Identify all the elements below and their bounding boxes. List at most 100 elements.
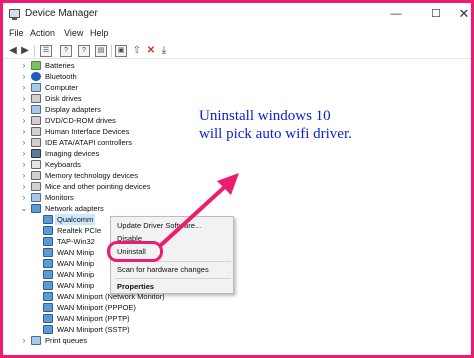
- menu-help[interactable]: Help: [90, 28, 109, 38]
- monitor-icon: [31, 193, 41, 202]
- network-child-tap[interactable]: TAP-Win32: [3, 236, 471, 247]
- tree-item-mice[interactable]: › Mice and other pointing devices: [3, 181, 471, 192]
- mouse-icon: [31, 182, 41, 191]
- network-child-wan-network-monitor[interactable]: WAN Miniport (Network Monitor): [3, 291, 471, 302]
- annotation-text: Uninstall windows 10 will pick auto wifi…: [199, 107, 399, 143]
- device-manager-app-icon: [9, 9, 20, 20]
- chevron-right-icon[interactable]: ›: [20, 137, 28, 148]
- network-child-wan[interactable]: WAN Minip: [3, 269, 471, 280]
- tree-item-label: Human Interface Devices: [45, 127, 130, 136]
- network-child-label: WAN Miniport (PPTP): [57, 314, 130, 323]
- keyboard-icon: [31, 160, 41, 169]
- properties-icon[interactable]: ☰: [40, 45, 52, 57]
- network-child-wan-sstp[interactable]: WAN Miniport (SSTP): [3, 324, 471, 335]
- printer-icon: [31, 336, 41, 345]
- chevron-right-icon[interactable]: ›: [20, 148, 28, 159]
- network-child-wan-pppoe[interactable]: WAN Miniport (PPPOE): [3, 302, 471, 313]
- network-child-realtek[interactable]: Realtek PCIe: [3, 225, 471, 236]
- network-child-label: WAN Miniport (SSTP): [57, 325, 130, 334]
- network-child-label: Qualcomm: [55, 214, 96, 225]
- battery-icon: [31, 61, 41, 70]
- network-child-label: WAN Miniport (PPPOE): [57, 303, 136, 312]
- tree-item-disk-drives[interactable]: › Disk drives: [3, 93, 471, 104]
- update-driver-menu-item[interactable]: Update Driver Software...: [117, 221, 201, 230]
- network-child-label: WAN Minip: [57, 281, 95, 290]
- forward-arrow-icon[interactable]: ▶: [19, 45, 31, 57]
- network-adapter-icon: [43, 259, 53, 268]
- network-adapter-icon: [43, 325, 53, 334]
- tree-item-memory-devices[interactable]: › Memory technology devices: [3, 170, 471, 181]
- chevron-right-icon[interactable]: ›: [20, 71, 28, 82]
- network-child-label: Realtek PCIe: [57, 226, 102, 235]
- ide-icon: [31, 138, 41, 147]
- bluetooth-icon: [31, 72, 41, 81]
- display-icon: [31, 105, 41, 114]
- tree-item-label: IDE ATA/ATAPI controllers: [45, 138, 132, 147]
- computer-icon: [31, 83, 41, 92]
- help-box-icon[interactable]: ?: [78, 45, 90, 57]
- tree-item-label: Bluetooth: [45, 72, 77, 81]
- network-child-wan[interactable]: WAN Minip: [3, 247, 471, 258]
- annotation-line-2: will pick auto wifi driver.: [199, 126, 352, 142]
- view-icon[interactable]: ▤: [95, 45, 107, 57]
- network-icon: [31, 204, 41, 213]
- chevron-right-icon[interactable]: ›: [20, 126, 28, 137]
- tree-item-label: Keyboards: [45, 160, 81, 169]
- minimize-button[interactable]: —: [381, 3, 411, 25]
- chevron-right-icon[interactable]: ›: [20, 82, 28, 93]
- back-arrow-icon[interactable]: ◀: [7, 45, 19, 57]
- chevron-right-icon[interactable]: ›: [20, 60, 28, 71]
- toolbar-separator: [34, 45, 35, 57]
- chevron-right-icon[interactable]: ›: [20, 192, 28, 203]
- help-icon[interactable]: ?: [60, 45, 72, 57]
- chevron-right-icon[interactable]: ›: [20, 335, 28, 346]
- network-adapter-icon: [43, 226, 53, 235]
- chevron-right-icon[interactable]: ›: [20, 104, 28, 115]
- network-child-qualcomm[interactable]: Qualcomm: [3, 214, 471, 225]
- uninstall-icon[interactable]: ✕: [145, 45, 157, 57]
- network-child-wan-pptp[interactable]: WAN Miniport (PPTP): [3, 313, 471, 324]
- network-child-label: WAN Minip: [57, 259, 95, 268]
- scan-hardware-menu-item[interactable]: Scan for hardware changes: [117, 265, 209, 274]
- hid-icon: [31, 127, 41, 136]
- tree-item-label: Computer: [45, 83, 78, 92]
- close-button[interactable]: ✕: [449, 3, 471, 25]
- menu-view[interactable]: View: [64, 28, 83, 38]
- tree-item-imaging-devices[interactable]: › Imaging devices: [3, 148, 471, 159]
- network-adapter-icon: [43, 237, 53, 246]
- menu-action[interactable]: Action: [30, 28, 55, 38]
- annotation-line-1: Uninstall windows 10: [199, 108, 331, 124]
- tree-item-network-adapters[interactable]: ⌄ Network adapters: [3, 203, 471, 214]
- chevron-right-icon[interactable]: ›: [20, 93, 28, 104]
- menu-file[interactable]: File: [9, 28, 24, 38]
- network-child-wan[interactable]: WAN Minip: [3, 258, 471, 269]
- device-tree: › Batteries › Bluetooth › Computer › Dis…: [3, 60, 471, 355]
- chevron-down-icon[interactable]: ⌄: [20, 203, 28, 214]
- tree-item-computer[interactable]: › Computer: [3, 82, 471, 93]
- maximize-button[interactable]: ☐: [421, 3, 451, 25]
- tree-item-label: Mice and other pointing devices: [45, 182, 151, 191]
- tree-item-print-queues[interactable]: › Print queues: [3, 335, 471, 346]
- chevron-right-icon[interactable]: ›: [20, 159, 28, 170]
- download-icon[interactable]: ⤓: [158, 45, 170, 57]
- chevron-right-icon[interactable]: ›: [20, 170, 28, 181]
- tree-item-label: Disk drives: [45, 94, 82, 103]
- tree-item-label: Monitors: [45, 193, 74, 202]
- chevron-right-icon[interactable]: ›: [20, 181, 28, 192]
- disk-icon: [31, 94, 41, 103]
- dvd-icon: [31, 116, 41, 125]
- tree-item-keyboards[interactable]: › Keyboards: [3, 159, 471, 170]
- display-icon[interactable]: ▣: [115, 45, 127, 57]
- network-adapter-icon: [43, 292, 53, 301]
- tree-item-bluetooth[interactable]: › Bluetooth: [3, 71, 471, 82]
- menu-bar: File Action View Help: [3, 26, 471, 42]
- tree-item-label: Memory technology devices: [45, 171, 138, 180]
- chevron-right-icon[interactable]: ›: [20, 115, 28, 126]
- network-child-label: TAP-Win32: [57, 237, 95, 246]
- update-driver-icon[interactable]: ⇧: [131, 45, 143, 57]
- menu-separator: [115, 278, 231, 279]
- tree-item-batteries[interactable]: › Batteries: [3, 60, 471, 71]
- tree-item-monitors[interactable]: › Monitors: [3, 192, 471, 203]
- network-child-wan[interactable]: WAN Minip: [3, 280, 471, 291]
- properties-menu-item[interactable]: Properties: [117, 282, 154, 291]
